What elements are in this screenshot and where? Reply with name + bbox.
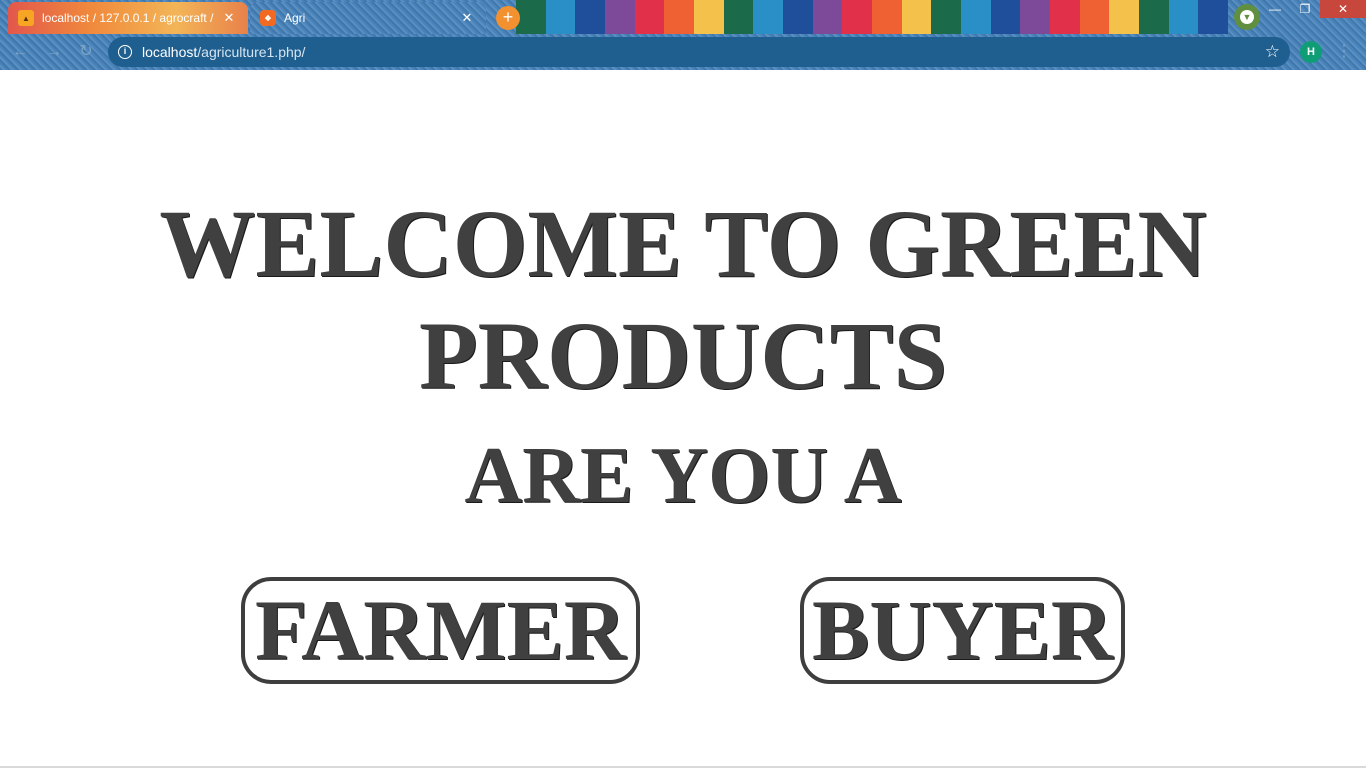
farmer-button[interactable]: FARMER: [241, 577, 640, 684]
theme-stripe: [723, 0, 754, 34]
buyer-button[interactable]: BUYER: [800, 577, 1125, 684]
welcome-heading: WELCOME TO GREEN PRODUCTS: [159, 190, 1207, 409]
url-path: /agriculture1.php/: [197, 44, 306, 60]
theme-stripe: [753, 0, 784, 34]
url-host: localhost: [142, 44, 198, 60]
restore-icon[interactable]: ❐: [1290, 0, 1320, 18]
page-content: WELCOME TO GREEN PRODUCTS ARE YOU A FARM…: [0, 70, 1366, 768]
tab-phpmyadmin[interactable]: ▲ localhost / 127.0.0.1 / agrocraft / ✕: [8, 2, 248, 34]
theme-stripe: [694, 0, 724, 34]
theme-stripe: [1109, 0, 1140, 34]
theme-stripe: [901, 0, 932, 34]
browser-toolbar: ← → ↻ i localhost/agriculture1.php/ ☆ H …: [0, 34, 1366, 70]
theme-stripe: [545, 0, 576, 34]
theme-stripe: [664, 0, 695, 34]
close-icon[interactable]: ✕: [458, 10, 476, 26]
extension-icon[interactable]: ▼: [1234, 4, 1260, 30]
theme-stripe: [605, 0, 635, 34]
window-controls: — ❐ ✕: [1260, 0, 1366, 20]
phpmyadmin-icon: ▲: [18, 10, 34, 26]
theme-stripe: [961, 0, 991, 34]
chevron-down-icon: ▼: [1240, 10, 1254, 24]
theme-stripe: [575, 0, 606, 34]
browser-chrome: ▲ localhost / 127.0.0.1 / agrocraft / ✕ …: [0, 0, 1366, 70]
theme-stripe: [1139, 0, 1169, 34]
theme-stripe: [931, 0, 962, 34]
minimize-icon[interactable]: —: [1260, 0, 1290, 18]
close-icon[interactable]: ✕: [220, 10, 238, 26]
close-window-icon[interactable]: ✕: [1320, 0, 1366, 18]
address-bar[interactable]: i localhost/agriculture1.php/ ☆: [108, 37, 1290, 67]
back-icon[interactable]: ←: [10, 42, 30, 62]
tab-strip: ▲ localhost / 127.0.0.1 / agrocraft / ✕ …: [0, 0, 1366, 34]
avatar[interactable]: H: [1300, 41, 1322, 63]
bookmark-star-icon[interactable]: ☆: [1265, 42, 1280, 62]
theme-stripe: [783, 0, 813, 34]
theme-stripe: [1020, 0, 1051, 34]
theme-stripe: [872, 0, 902, 34]
theme-stripe: [1050, 0, 1080, 34]
theme-stripes: [516, 0, 1229, 34]
forward-icon[interactable]: →: [44, 42, 64, 62]
info-icon[interactable]: i: [118, 45, 132, 59]
tab-title: Agri: [284, 11, 306, 25]
theme-stripe: [1168, 0, 1199, 34]
theme-stripe: [1198, 0, 1229, 34]
theme-stripe: [1079, 0, 1110, 34]
tab-title: localhost / 127.0.0.1 / agrocraft /: [42, 11, 214, 25]
new-tab-button[interactable]: +: [496, 6, 520, 30]
theme-stripe: [516, 0, 546, 34]
theme-stripe: [634, 0, 665, 34]
question-heading: ARE YOU A: [464, 432, 902, 520]
theme-stripe: [990, 0, 1021, 34]
reload-icon[interactable]: ↻: [76, 42, 96, 62]
tab-agri[interactable]: ❖ Agri ✕: [250, 2, 486, 34]
url-text[interactable]: localhost/agriculture1.php/: [142, 44, 305, 60]
menu-icon[interactable]: ⋮: [1336, 42, 1352, 62]
theme-stripe: [842, 0, 873, 34]
xampp-icon: ❖: [260, 10, 276, 26]
theme-stripe: [812, 0, 843, 34]
